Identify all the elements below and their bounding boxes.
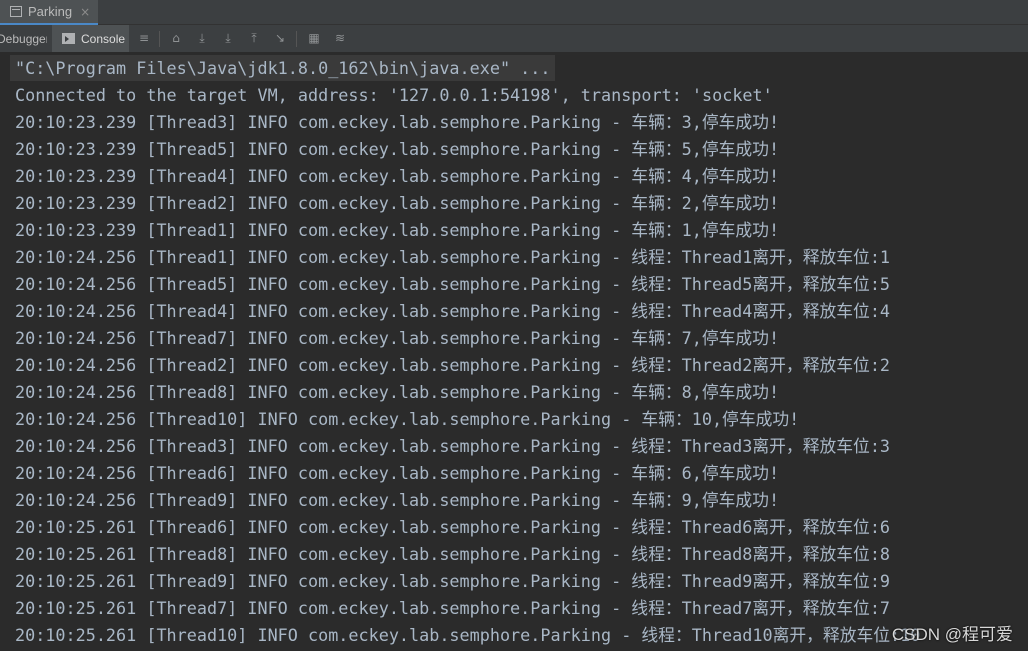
log-line: 20:10:24.256 [Thread10] INFO com.eckey.l… bbox=[15, 409, 800, 429]
log-line: 20:10:24.256 [Thread2] INFO com.eckey.la… bbox=[15, 355, 891, 375]
evaluate-expression-icon[interactable]: ▦ bbox=[306, 30, 322, 46]
log-line: 20:10:23.239 [Thread5] INFO com.eckey.la… bbox=[15, 139, 780, 159]
tab-debugger-label: Debugger bbox=[0, 31, 47, 46]
log-line: 20:10:23.239 [Thread2] INFO com.eckey.la… bbox=[15, 193, 780, 213]
log-line: 20:10:24.256 [Thread5] INFO com.eckey.la… bbox=[15, 274, 891, 294]
log-line: 20:10:24.256 [Thread3] INFO com.eckey.la… bbox=[15, 436, 891, 456]
run-to-cursor-icon[interactable]: ↘ bbox=[272, 30, 288, 46]
log-line: 20:10:24.256 [Thread9] INFO com.eckey.la… bbox=[15, 490, 780, 510]
trace-icon[interactable]: ≋ bbox=[332, 30, 348, 46]
log-line: 20:10:23.239 [Thread1] INFO com.eckey.la… bbox=[15, 220, 780, 240]
run-tab-bar: Parking × bbox=[0, 0, 1028, 25]
step-out-icon[interactable]: ⤒ bbox=[246, 30, 262, 46]
log-line: 20:10:25.261 [Thread8] INFO com.eckey.la… bbox=[15, 544, 891, 564]
console-output[interactable]: "C:\Program Files\Java\jdk1.8.0_162\bin\… bbox=[0, 53, 1028, 651]
log-line: 20:10:24.256 [Thread6] INFO com.eckey.la… bbox=[15, 463, 780, 483]
log-line: 20:10:24.256 [Thread4] INFO com.eckey.la… bbox=[15, 301, 891, 321]
window-icon bbox=[10, 6, 22, 17]
log-line: 20:10:24.256 [Thread7] INFO com.eckey.la… bbox=[15, 328, 780, 348]
tab-console[interactable]: Console bbox=[52, 25, 129, 52]
log-line: 20:10:23.239 [Thread4] INFO com.eckey.la… bbox=[15, 166, 780, 186]
tab-console-label: Console bbox=[81, 31, 126, 46]
tab-debugger[interactable]: Debugger bbox=[0, 25, 47, 52]
step-into-icon[interactable]: ⤓ bbox=[220, 30, 236, 46]
run-tab-parking[interactable]: Parking × bbox=[0, 0, 98, 25]
log-line: 20:10:23.239 [Thread3] INFO com.eckey.la… bbox=[15, 112, 780, 132]
log-line: 20:10:25.261 [Thread10] INFO com.eckey.l… bbox=[15, 625, 921, 645]
command-line: "C:\Program Files\Java\jdk1.8.0_162\bin\… bbox=[10, 55, 556, 81]
close-icon[interactable]: × bbox=[80, 5, 90, 19]
log-line: 20:10:25.261 [Thread9] INFO com.eckey.la… bbox=[15, 571, 891, 591]
toolbar-separator bbox=[296, 31, 297, 47]
menu-icon[interactable]: ≡ bbox=[136, 30, 152, 46]
watermark: CSDN @程可爱 bbox=[891, 625, 1013, 644]
log-line: 20:10:24.256 [Thread8] INFO com.eckey.la… bbox=[15, 382, 780, 402]
console-icon bbox=[62, 33, 75, 44]
debug-toolbar: Debugger Console ≡ ⌂ ⤓ ⤓ ⤒ ↘ ▦ ≋ bbox=[0, 25, 1028, 53]
step-over-icon[interactable]: ⤓ bbox=[194, 30, 210, 46]
toolbar-separator bbox=[159, 31, 160, 47]
restore-layout-icon[interactable]: ⌂ bbox=[168, 30, 184, 46]
connected-message: Connected to the target VM, address: '12… bbox=[15, 85, 773, 105]
log-line: 20:10:25.261 [Thread7] INFO com.eckey.la… bbox=[15, 598, 891, 618]
log-line: 20:10:24.256 [Thread1] INFO com.eckey.la… bbox=[15, 247, 891, 267]
run-tab-label: Parking bbox=[28, 4, 73, 19]
log-line: 20:10:25.261 [Thread6] INFO com.eckey.la… bbox=[15, 517, 891, 537]
